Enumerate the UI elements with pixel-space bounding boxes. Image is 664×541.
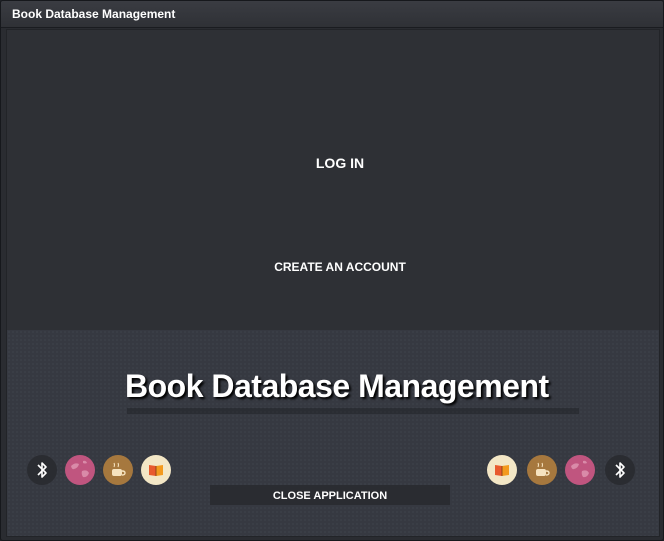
- login-button[interactable]: LOG IN: [265, 150, 415, 174]
- book-icon: [141, 455, 171, 485]
- globe-icon: [565, 455, 595, 485]
- create-account-button[interactable]: CREATE AN ACCOUNT: [250, 256, 430, 276]
- coffee-cup-icon: [103, 455, 133, 485]
- window-title: Book Database Management: [12, 7, 176, 21]
- title-bar[interactable]: Book Database Management: [1, 1, 663, 28]
- main-content: LOG IN CREATE AN ACCOUNT Book Database M…: [6, 29, 660, 537]
- auth-panel: LOG IN CREATE AN ACCOUNT: [7, 30, 659, 330]
- bluetooth-icon: [605, 455, 635, 485]
- coffee-cup-icon: [527, 455, 557, 485]
- app-banner-title: Book Database Management: [125, 368, 549, 404]
- close-application-button[interactable]: CLOSE APPLICATION: [210, 485, 450, 505]
- app-window: Book Database Management LOG IN CREATE A…: [0, 0, 664, 541]
- bluetooth-icon: [27, 455, 57, 485]
- footer-panel: Book Database Management CLOSE APPLICATI…: [7, 330, 659, 536]
- globe-icon: [65, 455, 95, 485]
- book-icon: [487, 455, 517, 485]
